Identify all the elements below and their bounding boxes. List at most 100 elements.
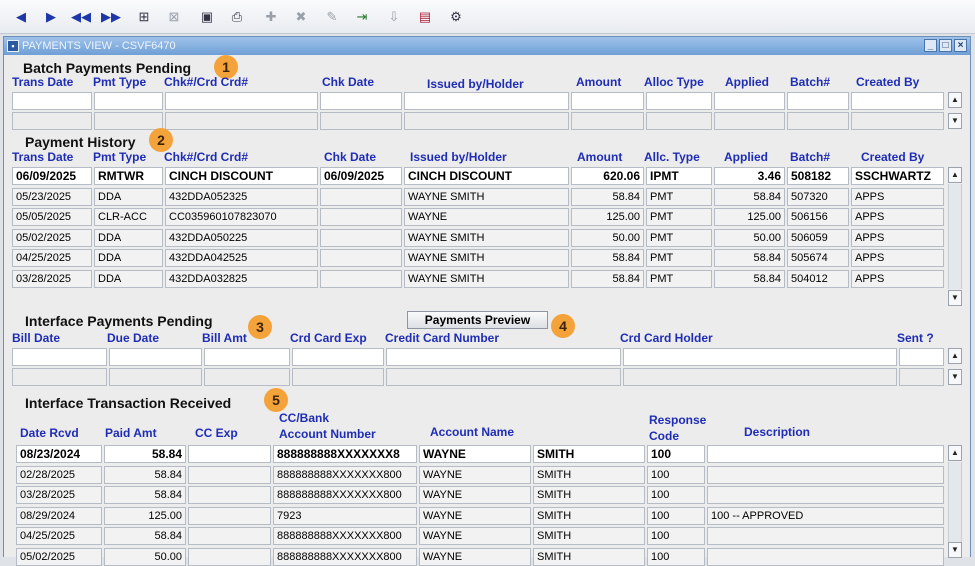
close-button[interactable]: × [954,39,967,52]
received-scroll-down-button[interactable]: ▼ [948,542,962,558]
edit-icon[interactable]: ✎ [323,8,341,26]
maximize-button[interactable]: □ [939,39,952,52]
history-row-1-cell-4[interactable]: WAYNE SMITH [404,187,569,206]
batch-cell[interactable] [320,92,402,110]
received-row-3-cell-1[interactable]: 125.00 [104,506,186,525]
pending-cell[interactable] [12,348,107,366]
received-row-5-cell-2[interactable] [188,548,271,566]
history-row-1-cell-8[interactable]: 507320 [787,187,849,206]
history-row-1-cell-1[interactable]: DDA [94,187,163,206]
history-row-2-cell-8[interactable]: 506156 [787,208,849,226]
batch-cell[interactable] [94,92,163,110]
history-row-4-cell-7[interactable]: 58.84 [714,249,785,267]
batch-cell[interactable] [787,92,849,110]
history-row-3-cell-3[interactable] [320,228,402,247]
batch-cell[interactable] [165,112,318,130]
pending-cell[interactable] [109,348,202,366]
history-row-1-cell-6[interactable]: PMT [646,187,712,206]
history-row-5-cell-3[interactable] [320,269,402,288]
history-row-3-cell-6[interactable]: PMT [646,228,712,247]
history-row-0-cell-9[interactable]: SSCHWARTZ [851,167,944,185]
received-row-0-cell-3[interactable]: 888888888XXXXXXX8 [273,445,417,463]
received-row-5-cell-3[interactable]: 888888888XXXXXXX800 [273,548,417,566]
history-scroll-down-button[interactable]: ▼ [948,290,962,306]
received-row-3-cell-0[interactable]: 08/29/2024 [16,506,102,525]
history-row-3-cell-5[interactable]: 50.00 [571,228,644,247]
last-icon[interactable]: ▶▶ [101,8,121,26]
received-row-1-cell-6[interactable]: 100 [647,465,705,484]
received-row-0-cell-7[interactable] [707,445,944,463]
history-row-1-cell-2[interactable]: 432DDA052325 [165,187,318,206]
history-row-2-cell-2[interactable]: CC035960107823070 [165,208,318,226]
history-row-4-cell-8[interactable]: 505674 [787,249,849,267]
batch-cell[interactable] [12,112,92,130]
print-icon[interactable]: ⎙ [228,8,246,26]
payments-preview-button[interactable]: Payments Preview [407,311,548,329]
pending-cell[interactable] [292,368,384,386]
history-row-3-cell-0[interactable]: 05/02/2025 [12,228,92,247]
history-row-2-cell-0[interactable]: 05/05/2025 [12,208,92,226]
history-row-5-cell-4[interactable]: WAYNE SMITH [404,269,569,288]
received-row-2-cell-4[interactable]: WAYNE [419,486,531,505]
batch-cell[interactable] [320,112,402,130]
received-row-0-cell-0[interactable]: 08/23/2024 [16,445,102,463]
received-row-0-cell-2[interactable] [188,445,271,463]
received-row-2-cell-3[interactable]: 888888888XXXXXXX800 [273,486,417,505]
history-row-3-cell-7[interactable]: 50.00 [714,228,785,247]
received-row-2-cell-7[interactable] [707,486,944,505]
received-row-5-cell-1[interactable]: 50.00 [104,548,186,566]
history-row-5-cell-6[interactable]: PMT [646,269,712,288]
pending-cell[interactable] [109,368,202,386]
received-row-1-cell-0[interactable]: 02/28/2025 [16,465,102,484]
minimize-button[interactable]: _ [924,39,937,52]
history-row-2-cell-5[interactable]: 125.00 [571,208,644,226]
batch-cell[interactable] [571,92,644,110]
history-row-0-cell-4[interactable]: CINCH DISCOUNT [404,167,569,185]
received-row-3-cell-3[interactable]: 7923 [273,506,417,525]
received-row-4-cell-6[interactable]: 100 [647,527,705,546]
received-row-1-cell-1[interactable]: 58.84 [104,465,186,484]
history-row-2-cell-1[interactable]: CLR-ACC [94,208,163,226]
received-row-2-cell-1[interactable]: 58.84 [104,486,186,505]
history-row-0-cell-1[interactable]: RMTWR [94,167,163,185]
received-row-4-cell-5[interactable]: SMITH [533,527,645,546]
history-scroll-up-button[interactable]: ▲ [948,167,962,183]
received-row-1-cell-7[interactable] [707,465,944,484]
pending-cell[interactable] [386,348,621,366]
received-row-3-cell-6[interactable]: 100 [647,506,705,525]
received-row-4-cell-3[interactable]: 888888888XXXXXXX800 [273,527,417,546]
history-row-0-cell-7[interactable]: 3.46 [714,167,785,185]
history-row-4-cell-9[interactable]: APPS [851,249,944,267]
batch-cell[interactable] [787,112,849,130]
batch-cell[interactable] [404,92,569,110]
history-row-5-cell-5[interactable]: 58.84 [571,269,644,288]
first-icon[interactable]: ◀◀ [71,8,91,26]
history-row-3-cell-9[interactable]: APPS [851,228,944,247]
history-row-1-cell-9[interactable]: APPS [851,187,944,206]
batch-cell[interactable] [12,92,92,110]
pending-cell[interactable] [386,368,621,386]
download-icon[interactable]: ⇩ [385,8,403,26]
received-row-1-cell-5[interactable]: SMITH [533,465,645,484]
exit-icon[interactable]: ⇥ [353,8,371,26]
history-row-3-cell-2[interactable]: 432DDA050225 [165,228,318,247]
history-row-4-cell-1[interactable]: DDA [94,249,163,267]
pending-scroll-up-button[interactable]: ▲ [948,348,962,364]
received-row-2-cell-0[interactable]: 03/28/2025 [16,486,102,505]
pending-cell[interactable] [623,348,897,366]
history-row-0-cell-2[interactable]: CINCH DISCOUNT [165,167,318,185]
history-row-1-cell-5[interactable]: 58.84 [571,187,644,206]
batch-cell[interactable] [94,112,163,130]
history-row-4-cell-6[interactable]: PMT [646,249,712,267]
received-row-4-cell-4[interactable]: WAYNE [419,527,531,546]
received-row-4-cell-0[interactable]: 04/25/2025 [16,527,102,546]
history-row-2-cell-6[interactable]: PMT [646,208,712,226]
batch-cell[interactable] [714,92,785,110]
history-row-3-cell-4[interactable]: WAYNE SMITH [404,228,569,247]
history-row-1-cell-3[interactable] [320,187,402,206]
history-row-2-cell-9[interactable]: APPS [851,208,944,226]
received-row-3-cell-5[interactable]: SMITH [533,506,645,525]
insert-icon[interactable]: ✚ [262,8,280,26]
received-row-1-cell-2[interactable] [188,465,271,484]
received-row-2-cell-5[interactable]: SMITH [533,486,645,505]
